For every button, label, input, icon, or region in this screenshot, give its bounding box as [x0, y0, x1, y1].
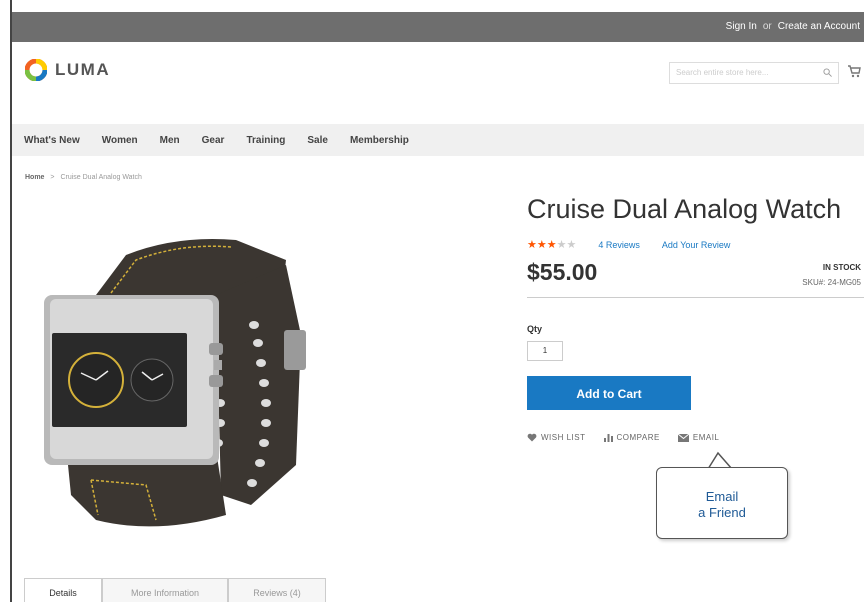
nav-item-men[interactable]: Men: [160, 135, 180, 146]
stock-status: IN STOCK: [822, 263, 861, 272]
rating-summary: ★★★★★ 4 Reviews Add Your Review: [527, 238, 730, 251]
callout-line-2: a Friend: [698, 505, 746, 520]
email-friend-callout: Email a Friend: [656, 467, 788, 539]
sku: SKU#: 24-MG05: [802, 278, 861, 287]
product-image[interactable]: [36, 235, 316, 535]
search-placeholder: Search entire store here...: [676, 68, 769, 77]
product-price: $55.00: [527, 259, 598, 285]
tab-details[interactable]: Details: [24, 578, 102, 602]
breadcrumb-current: Cruise Dual Analog Watch: [60, 174, 142, 181]
header: LUMA Search entire store here...: [12, 42, 864, 124]
breadcrumb-separator: >: [50, 174, 55, 181]
frame-top: [0, 0, 864, 12]
nav-item-training[interactable]: Training: [246, 135, 285, 146]
create-account-link[interactable]: Create an Account: [778, 21, 860, 32]
cart-icon[interactable]: [847, 64, 861, 78]
top-bar: Sign In or Create an Account: [12, 12, 864, 42]
nav-item-membership[interactable]: Membership: [350, 135, 409, 146]
logo-text: LUMA: [55, 60, 111, 79]
main-nav: What's New Women Men Gear Training Sale …: [12, 124, 864, 156]
search-input[interactable]: Search entire store here...: [669, 62, 839, 84]
callout-line-1: Email: [705, 489, 739, 504]
account-links: Sign In or Create an Account: [726, 21, 860, 32]
envelope-icon: [677, 433, 689, 442]
luma-logo-icon: [25, 59, 47, 81]
wishlist-link[interactable]: WISH LIST: [527, 433, 586, 442]
logo[interactable]: LUMA: [25, 59, 110, 81]
sign-in-link[interactable]: Sign In: [726, 21, 757, 32]
or-text: or: [762, 21, 772, 32]
compare-icon: [603, 434, 613, 442]
product-title: Cruise Dual Analog Watch: [527, 194, 842, 224]
nav-item-gear[interactable]: Gear: [202, 135, 225, 146]
add-to-cart-button[interactable]: Add to Cart: [527, 376, 691, 410]
nav-item-women[interactable]: Women: [102, 135, 138, 146]
qty-input[interactable]: 1: [527, 341, 563, 361]
sku-label: SKU#:: [802, 278, 826, 287]
breadcrumb-home[interactable]: Home: [25, 174, 44, 181]
rating-stars: ★★★★★: [527, 239, 577, 251]
reviews-link[interactable]: 4 Reviews: [598, 240, 640, 250]
compare-label: COMPARE: [616, 433, 660, 442]
tab-more-information[interactable]: More Information: [102, 578, 228, 602]
product-social-links: WISH LIST COMPARE EMAIL: [527, 433, 719, 442]
heart-icon: [527, 433, 537, 442]
product-info-tabs: Details More Information Reviews (4): [24, 578, 326, 602]
qty-label: Qty: [527, 324, 543, 334]
email-label: EMAIL: [692, 433, 720, 442]
email-link[interactable]: EMAIL: [677, 433, 720, 442]
breadcrumb: Home > Cruise Dual Analog Watch: [25, 174, 142, 181]
tab-reviews[interactable]: Reviews (4): [228, 578, 326, 602]
compare-link[interactable]: COMPARE: [603, 433, 660, 442]
divider: [527, 297, 864, 298]
nav-item-sale[interactable]: Sale: [307, 135, 328, 146]
sku-value: 24-MG05: [827, 278, 861, 287]
wishlist-label: WISH LIST: [541, 433, 586, 442]
add-review-link[interactable]: Add Your Review: [662, 240, 731, 250]
frame-left: [0, 0, 12, 602]
search-icon[interactable]: [823, 68, 832, 77]
nav-item-whats-new[interactable]: What's New: [24, 135, 80, 146]
